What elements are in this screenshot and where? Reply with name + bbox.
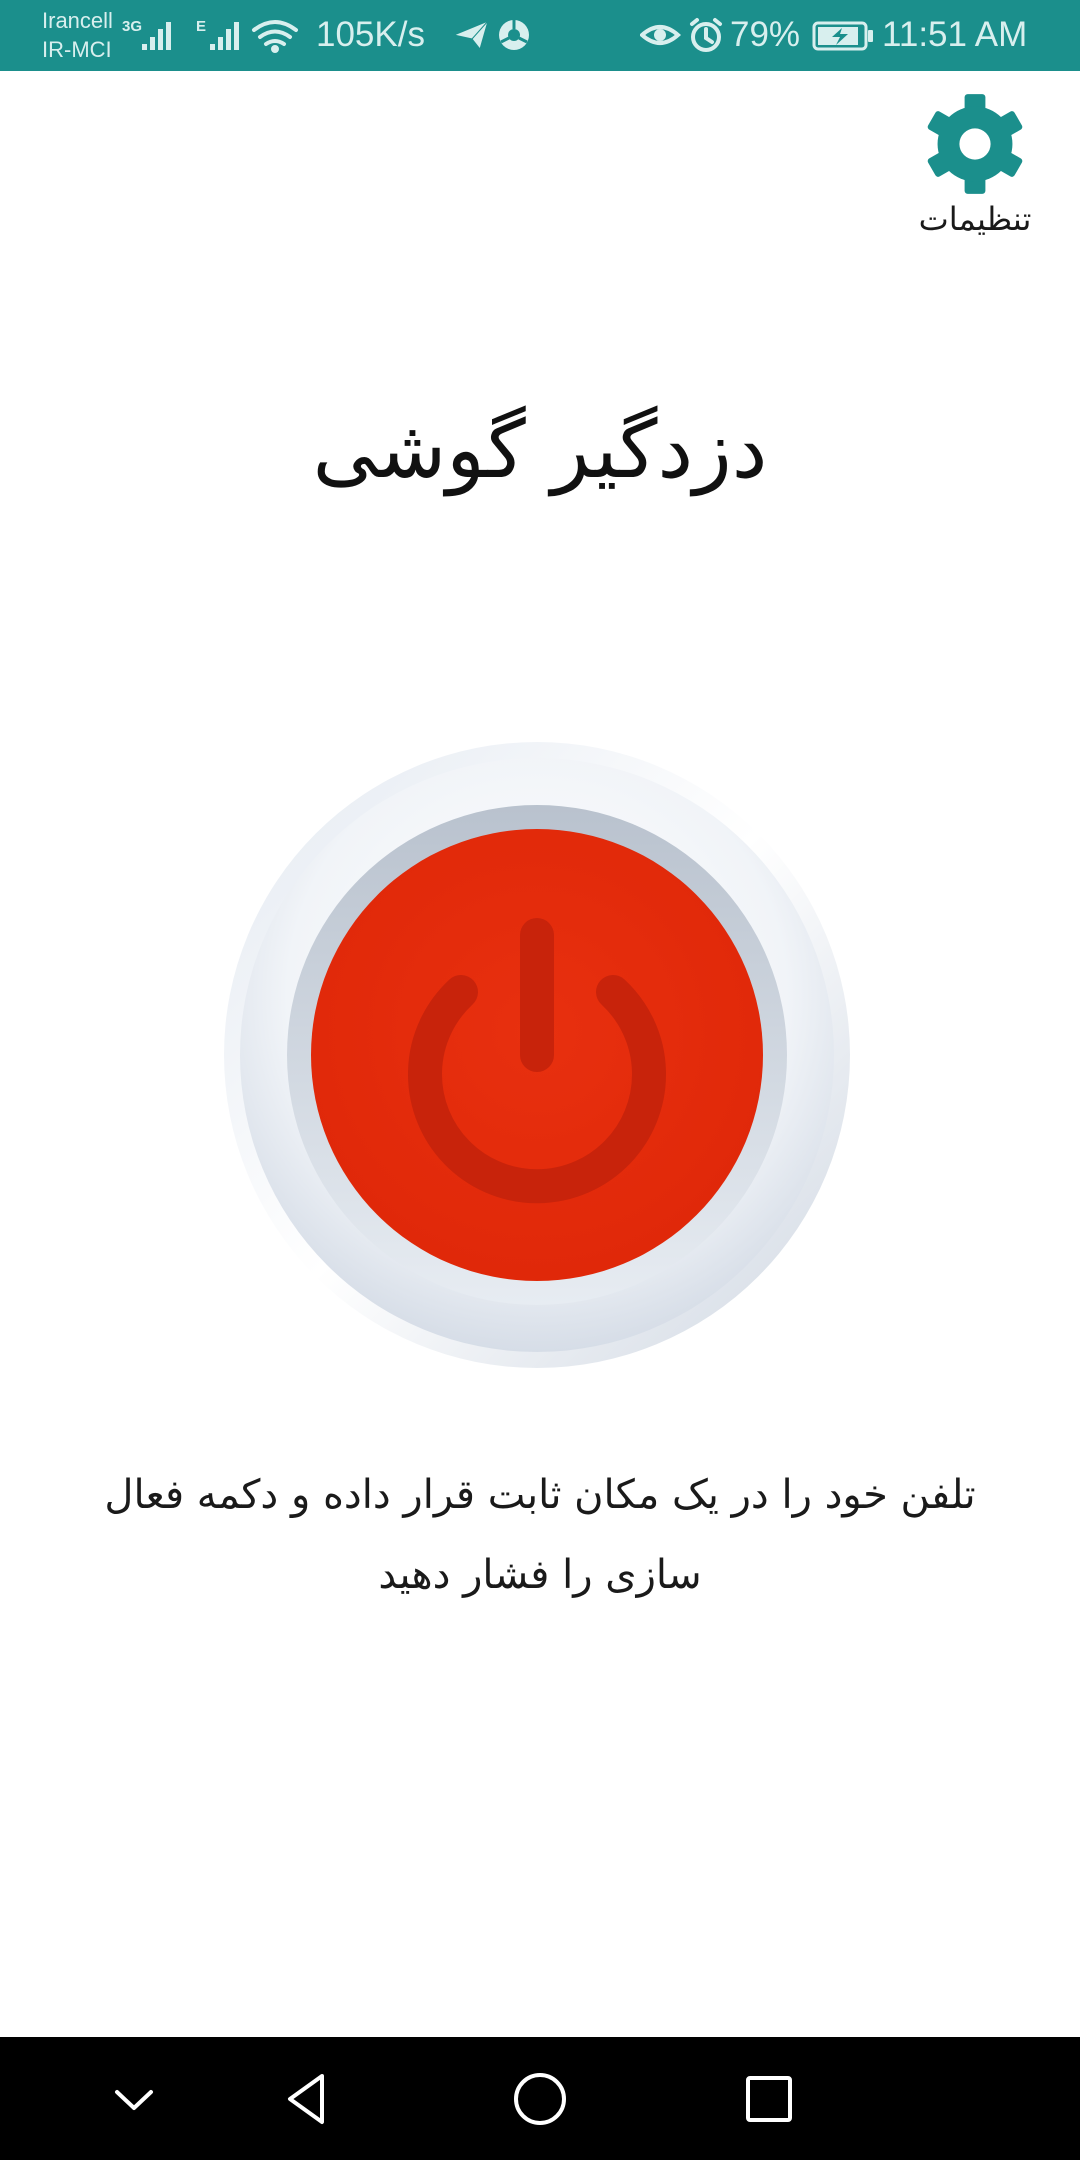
hide-keyboard-icon[interactable] xyxy=(103,2068,165,2130)
gear-icon xyxy=(927,94,1023,194)
carrier-2: IR-MCI xyxy=(42,37,112,62)
notification-icons xyxy=(452,20,529,51)
telegram-icon xyxy=(452,20,489,51)
clock: 11:51 AM xyxy=(882,15,1028,54)
instructions-text: تلفن خود را در یک مکان ثابت قرار داده و … xyxy=(104,1472,976,1598)
battery-percent: 79% xyxy=(730,15,801,54)
recents-icon[interactable] xyxy=(738,2068,800,2130)
eye-icon xyxy=(640,25,682,45)
signal-icon xyxy=(210,22,239,50)
system-icons xyxy=(640,18,722,52)
status-bar: Irancell IR-MCI 3G E 105K/s 79% 11:51 AM xyxy=(0,0,1080,71)
signal-icon xyxy=(142,22,171,50)
net-type-1: 3G xyxy=(122,18,142,35)
power-button[interactable] xyxy=(222,740,852,1370)
battery-charging-icon xyxy=(812,21,873,51)
back-icon[interactable] xyxy=(278,2068,340,2130)
screen: Irancell IR-MCI 3G E 105K/s 79% 11:51 AM… xyxy=(0,0,1080,2160)
page-title: دزدگیر گوشی xyxy=(312,403,768,496)
alarm-icon xyxy=(690,18,722,52)
net-speed: 105K/s xyxy=(316,15,425,54)
home-icon[interactable] xyxy=(509,2068,571,2130)
settings-label: تنظیمات xyxy=(918,200,1032,238)
signal-icons: 3G E xyxy=(122,18,298,53)
settings-button[interactable]: تنظیمات xyxy=(900,92,1050,262)
wifi-icon xyxy=(252,20,298,53)
chrome-icon xyxy=(499,20,529,50)
net-type-2: E xyxy=(196,18,206,35)
carrier-1: Irancell xyxy=(42,8,113,33)
carrier-labels: Irancell IR-MCI xyxy=(42,6,113,64)
navigation-bar xyxy=(0,2037,1080,2160)
